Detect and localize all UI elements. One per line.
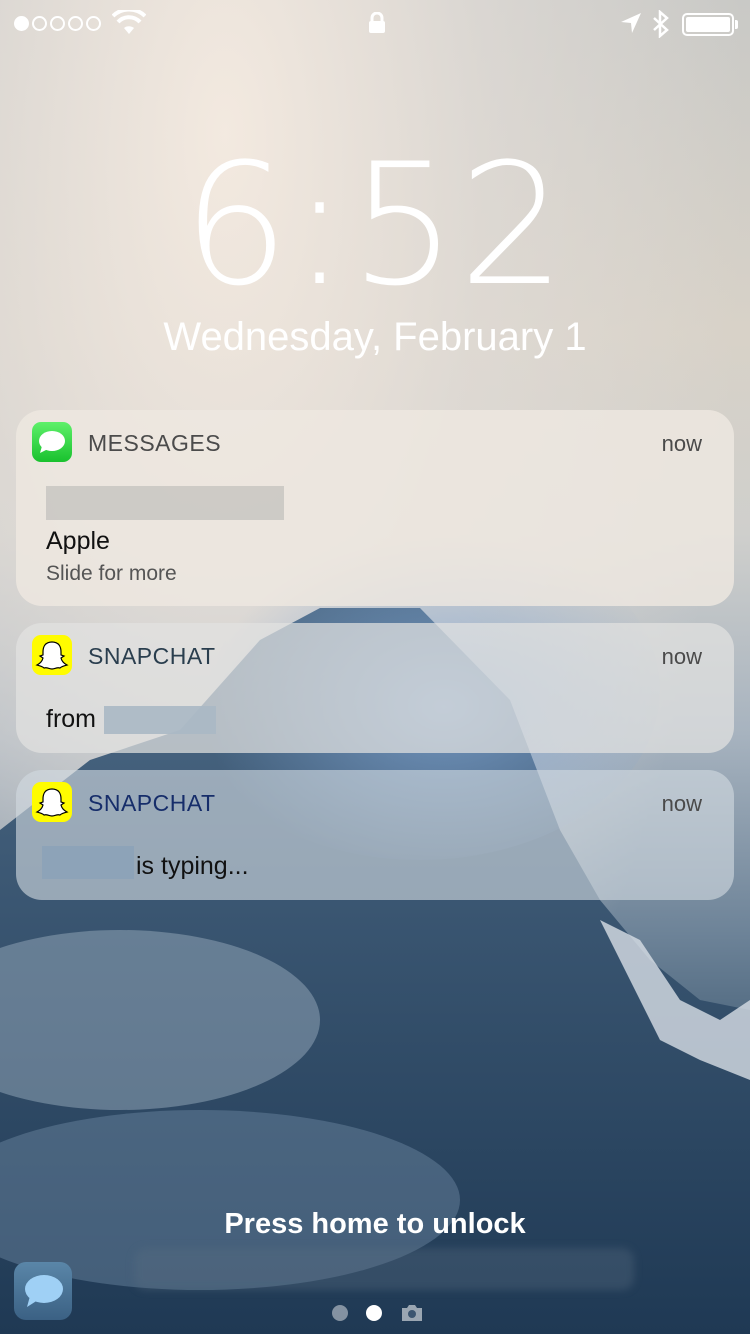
camera-icon[interactable] <box>400 1304 424 1322</box>
notification-app-name: SNAPCHAT <box>88 643 216 669</box>
lock-icon <box>369 12 385 33</box>
blurred-area <box>134 1248 634 1290</box>
status-bar <box>0 0 750 50</box>
snapchat-ghost-icon <box>32 782 72 822</box>
notification-app-name: SNAPCHAT <box>88 790 216 816</box>
app-suggestion-icon[interactable] <box>14 1262 72 1320</box>
cellular-signal-icon <box>14 16 101 31</box>
notification-time: now <box>661 431 702 456</box>
location-arrow-icon <box>621 13 641 33</box>
notification-app-name: MESSAGES <box>88 430 222 456</box>
page-dot-active[interactable] <box>366 1305 382 1321</box>
notification-time: now <box>661 644 702 669</box>
lock-time: 6:52 <box>182 127 568 323</box>
redacted-sender <box>46 486 284 520</box>
notification-snapchat-1[interactable]: SNAPCHAT now from <box>16 623 734 753</box>
redacted-name <box>42 846 134 879</box>
notification-time: now <box>661 791 702 816</box>
snapchat-ghost-icon <box>32 635 72 675</box>
notification-title: Apple <box>46 527 110 555</box>
lock-date: Wednesday, February 1 <box>163 315 587 359</box>
bluetooth-icon <box>653 10 669 38</box>
notification-subtitle: Slide for more <box>46 562 177 585</box>
messages-icon <box>32 422 72 462</box>
battery-icon <box>682 13 734 36</box>
unlock-hint: Press home to unlock <box>224 1208 526 1240</box>
redacted-name <box>104 706 216 734</box>
notification-snapchat-2[interactable]: SNAPCHAT now is typing... <box>16 770 734 900</box>
battery-tip <box>735 20 738 29</box>
page-dot[interactable] <box>332 1305 348 1321</box>
page-indicator[interactable] <box>332 1304 424 1322</box>
wifi-icon <box>112 10 146 34</box>
notification-body: from <box>46 705 96 733</box>
notification-messages[interactable]: MESSAGES now Apple Slide for more <box>16 410 734 606</box>
notification-body: is typing... <box>136 852 249 880</box>
